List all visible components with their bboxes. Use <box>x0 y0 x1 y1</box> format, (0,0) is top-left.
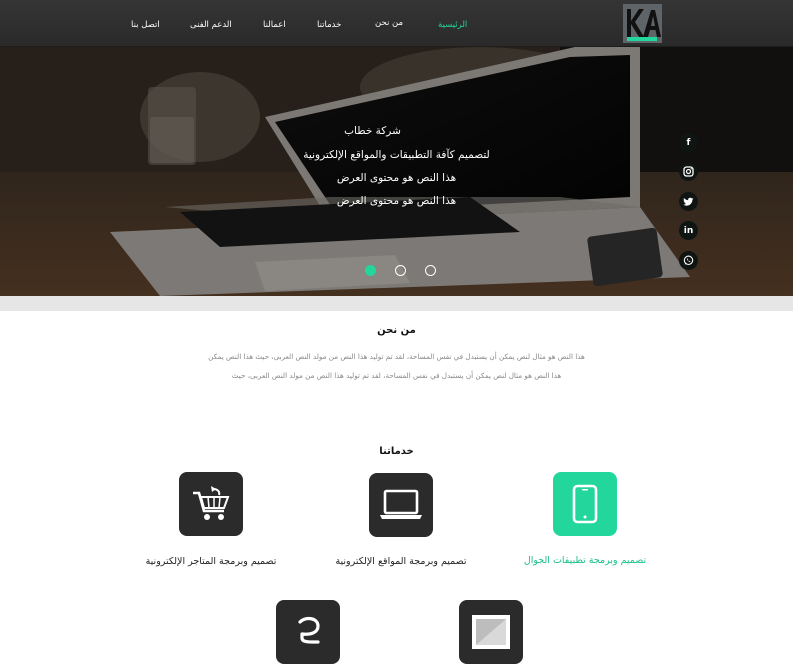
twitter-icon[interactable] <box>679 192 698 211</box>
facebook-icon[interactable]: f <box>679 133 698 152</box>
hero-content-line: هذا النص هو محتوى العرض <box>336 172 457 184</box>
nav-home[interactable]: الرئيسية <box>438 20 467 30</box>
hero-title: شركة خطاب <box>344 125 401 137</box>
twitter-glyph <box>683 197 694 206</box>
whatsapp-icon[interactable] <box>679 251 698 270</box>
service-design-tile[interactable] <box>459 600 523 664</box>
service-other-tile[interactable] <box>276 600 340 664</box>
instagram-glyph <box>683 166 694 177</box>
service-web-tile[interactable] <box>369 473 433 537</box>
service-web-label[interactable]: تصميم وبرمجة المواقع الإلكترونية <box>301 556 501 567</box>
mobile-phone-icon <box>572 484 598 524</box>
instagram-icon[interactable] <box>679 162 698 181</box>
shopping-cart-icon <box>193 486 230 520</box>
about-title: من نحن <box>377 325 416 336</box>
nav-support[interactable]: الدعم الفنى <box>190 20 232 30</box>
service-mobile-tile[interactable] <box>553 472 617 536</box>
slider-dot-2[interactable] <box>395 265 406 276</box>
image-frame-icon <box>472 615 510 649</box>
nav-about[interactable]: من نحن <box>375 18 403 28</box>
about-paragraph-line: هذا النص هو مثال لنص يمكن أن يستبدل في ن… <box>231 371 562 380</box>
hero-subtitle: لتصميم كآفة التطبيقات والمواقع الإلكترون… <box>303 149 490 161</box>
whatsapp-glyph <box>683 255 694 266</box>
hero-slider: شركة خطاب لتصميم كآفة التطبيقات والمواقع… <box>0 47 793 296</box>
service-store-tile[interactable] <box>179 472 243 536</box>
about-paragraph-line: هذا النص هو مثال لنص يمكن أن يستبدل في ن… <box>208 352 585 361</box>
services-title: خدماتنا <box>379 446 414 457</box>
arabic-letter-icon <box>298 616 320 644</box>
linkedin-icon[interactable]: in <box>679 221 698 240</box>
nav-contact[interactable]: اتصل بنا <box>131 20 160 30</box>
service-store-label[interactable]: تصميم وبرمجة المتاجر الإلكترونية <box>111 556 311 567</box>
company-logo[interactable] <box>623 4 662 43</box>
top-navbar: الرئيسية من نحن خدماتنا اعمالنا الدعم ال… <box>0 0 793 47</box>
laptop-icon <box>380 489 422 519</box>
slider-dot-1[interactable] <box>365 265 376 276</box>
nav-services[interactable]: خدماتنا <box>317 20 341 30</box>
nav-works[interactable]: اعمالنا <box>263 20 286 30</box>
service-mobile-label[interactable]: تصميم وبرمجة تطبيقات الجوال <box>485 555 685 566</box>
slider-dot-3[interactable] <box>425 265 436 276</box>
section-divider <box>0 296 793 311</box>
hero-content-line: هذا النص هو محتوى العرض <box>336 195 457 207</box>
logo-mark <box>623 4 662 43</box>
